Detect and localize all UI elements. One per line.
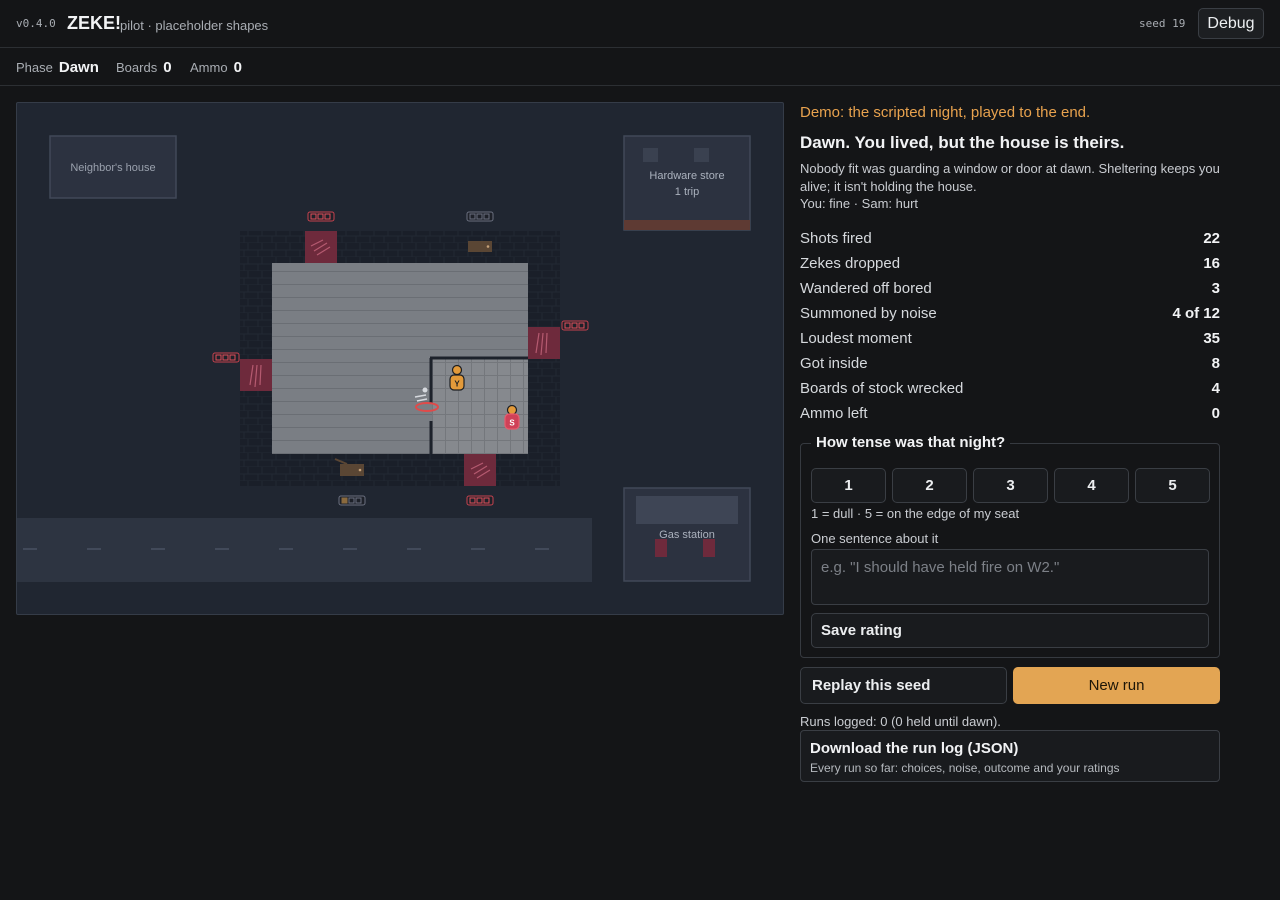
brand-title: ZEKE!: [67, 13, 121, 33]
download-log-title: Download the run log (JSON): [810, 740, 1019, 757]
window-east[interactable]: [528, 327, 560, 359]
sentence-textarea[interactable]: [811, 549, 1209, 605]
stat-label: Wandered off bored: [800, 280, 932, 297]
brand-tagline: pilot · placeholder shapes: [120, 18, 269, 33]
stat-value: 3: [1211, 280, 1220, 297]
stat-label: Zekes dropped: [800, 255, 901, 272]
version-label: v0.4.0: [16, 17, 56, 30]
hardware-trips-label: 1 trip: [675, 186, 699, 198]
game-board[interactable]: Neighbor's house Hardware store 1 trip G…: [16, 102, 784, 615]
download-log-subtitle: Every run so far: choices, noise, outcom…: [810, 761, 1120, 775]
stat-value: 4: [1211, 380, 1220, 397]
barricade-indicator-north-window: [307, 211, 335, 222]
tension-rating-form: How tense was that night? 1 2 3 4 5 1 = …: [800, 434, 1220, 658]
debug-button[interactable]: Debug: [1198, 8, 1264, 39]
rating-scale-hint: 1 = dull · 5 = on the edge of my seat: [811, 506, 1020, 521]
stat-value: 22: [1203, 230, 1220, 247]
hardware-store-label: Hardware store: [649, 170, 724, 182]
ammo-value: 0: [233, 59, 242, 76]
demo-note: Demo: the scripted night, played to the …: [800, 104, 1091, 121]
status-bar: Phase Dawn Boards 0 Ammo 0: [0, 48, 1280, 86]
stat-row: Got inside 8: [800, 351, 1220, 376]
rating-button-1[interactable]: 1: [811, 468, 886, 503]
download-log-button[interactable]: Download the run log (JSON) Every run so…: [800, 730, 1220, 782]
window-west[interactable]: [240, 359, 272, 391]
stat-value: 35: [1203, 330, 1220, 347]
stat-row: Ammo left 0: [800, 401, 1220, 426]
phase-label: Phase: [16, 60, 53, 75]
replay-seed-button[interactable]: Replay this seed: [800, 667, 1007, 704]
hardware-window: [694, 148, 709, 162]
barricade-indicator-west-window: [212, 352, 240, 363]
board-canvas: Neighbor's house Hardware store 1 trip G…: [17, 135, 751, 582]
runs-logged-text: Runs logged: 0 (0 held until dawn).: [800, 714, 1001, 729]
stat-row: Loudest moment 35: [800, 326, 1220, 351]
result-headline: Dawn. You lived, but the house is theirs…: [800, 133, 1125, 152]
stat-label: Got inside: [800, 355, 868, 372]
stat-label: Loudest moment: [800, 330, 912, 347]
phase-value: Dawn: [58, 59, 99, 76]
rating-button-4[interactable]: 4: [1054, 468, 1129, 503]
rating-button-5[interactable]: 5: [1135, 468, 1210, 503]
new-run-button[interactable]: New run: [1013, 667, 1220, 704]
ammo-status: Ammo 0: [190, 59, 242, 76]
gas-station-label: Gas station: [659, 529, 715, 541]
gas-pump: [703, 539, 715, 557]
night-stats: Shots fired 22 Zekes dropped 16 Wandered o…: [800, 226, 1220, 426]
stat-value: 0: [1211, 405, 1220, 422]
boards-value: 0: [163, 59, 172, 76]
stat-label: Summoned by noise: [800, 305, 937, 322]
survivor-you-token[interactable]: Y: [449, 364, 465, 391]
neighbor-house-label: Neighbor's house: [70, 162, 155, 174]
boards-status: Boards 0: [116, 59, 172, 76]
seed-label: seed 19: [1139, 17, 1186, 30]
window-north[interactable]: [305, 231, 337, 263]
gas-canopy: [636, 496, 738, 524]
hardware-store[interactable]: [623, 135, 751, 231]
rating-legend: How tense was that night?: [811, 434, 1011, 451]
result-body: Nobody fit was guarding a window or door…: [800, 161, 1220, 194]
stat-row: Zekes dropped 16: [800, 251, 1220, 276]
stat-label: Shots fired: [800, 230, 872, 247]
survivor-sam-token[interactable]: S: [504, 404, 520, 430]
gas-pump: [655, 539, 667, 557]
stat-row: Wandered off bored 3: [800, 276, 1220, 301]
stat-value: 16: [1203, 255, 1220, 272]
rating-button-3[interactable]: 3: [973, 468, 1048, 503]
barricade-indicator-south-door: [338, 495, 366, 506]
window-south[interactable]: [464, 454, 496, 486]
stat-row: Summoned by noise 4 of 12: [800, 301, 1220, 326]
top-bar: v0.4.0 ZEKE! pilot · placeholder shapes …: [0, 0, 1280, 48]
barricade-indicator-east-window: [561, 320, 589, 331]
survivor-you-label: Y: [454, 380, 460, 389]
barricade-indicator-north-door: [466, 211, 494, 222]
door-north[interactable]: [468, 241, 492, 252]
barricade-indicator-south-window: [466, 495, 494, 506]
stat-label: Boards of stock wrecked: [800, 380, 964, 397]
rating-button-2[interactable]: 2: [892, 468, 967, 503]
stat-label: Ammo left: [800, 405, 868, 422]
phase-status: Phase Dawn: [16, 59, 99, 76]
stat-row: Shots fired 22: [800, 226, 1220, 251]
save-rating-button[interactable]: Save rating: [811, 613, 1209, 648]
stat-value: 8: [1211, 355, 1220, 372]
hardware-awning: [624, 220, 750, 230]
road: [17, 518, 592, 582]
survivor-condition: You: fine · Sam: hurt: [800, 196, 919, 211]
rating-options: 1 2 3 4 5: [811, 468, 1210, 503]
ammo-label: Ammo: [190, 60, 228, 75]
sentence-label: One sentence about it: [811, 531, 939, 546]
stat-value: 4 of 12: [1172, 305, 1220, 322]
boards-label: Boards: [116, 60, 158, 75]
survivor-sam-label: S: [509, 419, 515, 428]
stat-row: Boards of stock wrecked 4: [800, 376, 1220, 401]
hardware-window: [643, 148, 658, 162]
